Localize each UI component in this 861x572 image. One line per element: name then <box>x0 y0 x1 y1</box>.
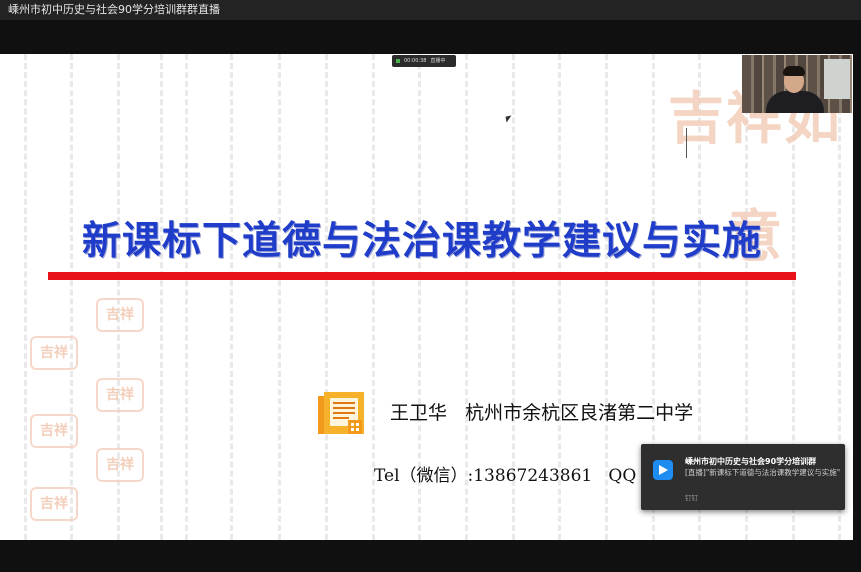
book-icon <box>318 392 364 434</box>
slide-background-stripe <box>70 54 73 540</box>
presenter-body <box>766 91 824 113</box>
live-recording-indicator: 00:00:38 直播中 <box>392 55 456 67</box>
slide-background-stripe <box>230 54 233 540</box>
signal-icon <box>396 59 400 63</box>
notification-body: [直播]"新课标下道德与法治课教学建议与实施" <box>685 468 841 477</box>
auspicious-seal-small: 吉祥 <box>30 336 78 370</box>
slide-title: 新课标下道德与法治课教学建议与实施 <box>81 219 762 264</box>
window-titlebar: 嵊州市初中历史与社会90学分培训群群直播 <box>0 0 861 20</box>
auspicious-seal-small: 吉祥 <box>96 298 144 332</box>
auspicious-seal-small: 吉祥 <box>96 448 144 482</box>
contact-info: Tel（微信）:13867243861 QQ <box>374 466 637 486</box>
recording-time: 00:00:38 <box>404 58 427 64</box>
slide-background-stripe <box>160 54 163 540</box>
top-letterbox <box>0 20 861 54</box>
bottom-letterbox <box>0 540 861 572</box>
notification-source: 钉钉 <box>685 494 698 502</box>
live-notification-toast[interactable]: 嵊州市初中历史与社会90学分培训群 [直播]"新课标下道德与法治课教学建议与实施… <box>641 444 845 510</box>
recording-status: 直播中 <box>430 58 446 64</box>
auspicious-seal-small: 吉祥 <box>30 487 78 521</box>
auspicious-seal-small: 吉祥 <box>30 414 78 448</box>
window-background <box>824 59 850 99</box>
slide-background-stripe <box>185 54 188 540</box>
notification-title: 嵊州市初中历史与社会90学分培训群 <box>685 457 817 466</box>
auspicious-seal-small: 吉祥 <box>96 378 144 412</box>
author-info: 王卫华 杭州市余杭区良渚第二中学 <box>390 402 694 424</box>
slide-background-stripe <box>24 54 27 540</box>
window-title: 嵊州市初中历史与社会90学分培训群群直播 <box>8 3 220 16</box>
text-caret <box>686 128 687 158</box>
presenter-hair <box>783 66 805 76</box>
right-letterbox <box>853 54 861 540</box>
title-underline <box>48 272 796 280</box>
presenter-webcam[interactable] <box>742 55 852 113</box>
slide-background-stripe <box>278 54 281 540</box>
mouse-pointer-icon <box>505 115 513 123</box>
dingtalk-icon <box>653 460 673 480</box>
slide-background-stripe <box>325 54 328 540</box>
